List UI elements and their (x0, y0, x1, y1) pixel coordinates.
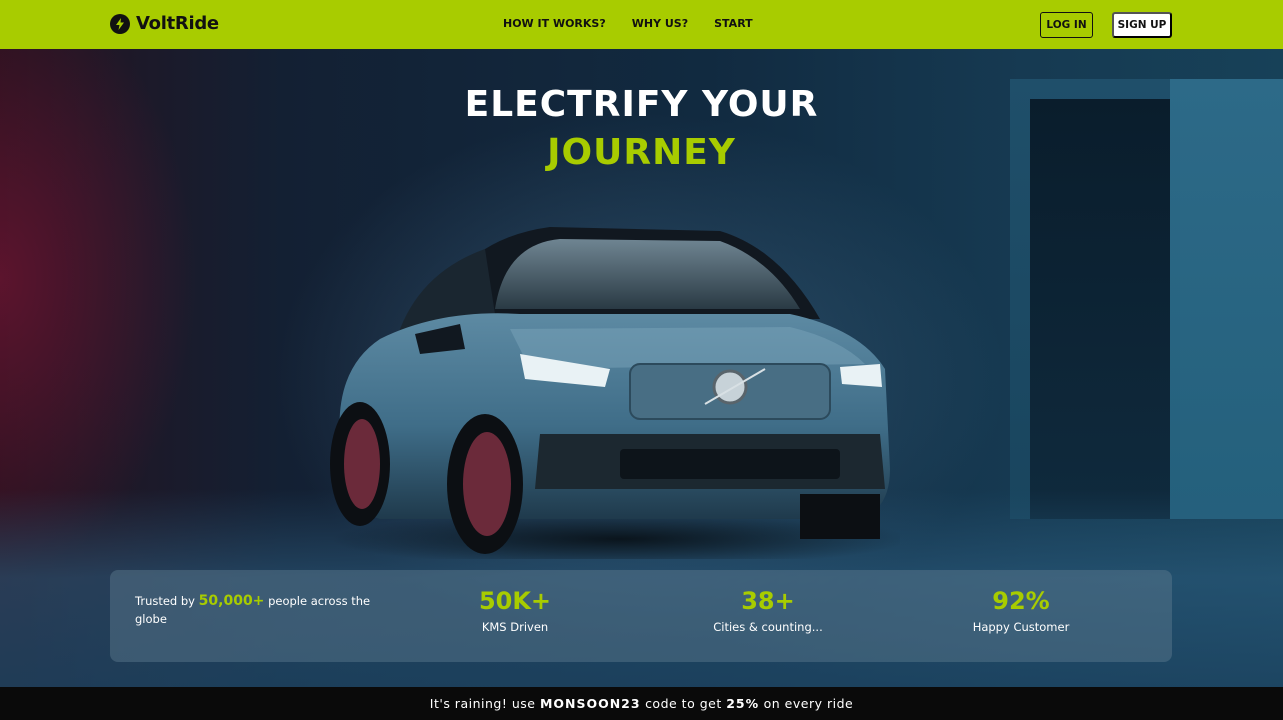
promo-prefix: It's raining! use (429, 696, 536, 711)
brand-name: VoltRide (136, 13, 219, 34)
stat-value: 38+ (741, 587, 795, 615)
trusted-text: Trusted by 50,000+ people across the glo… (135, 592, 385, 628)
hero-title-line1: ELECTRIFY YOUR (464, 84, 819, 125)
trusted-prefix: Trusted by (135, 594, 195, 608)
stat-label: Cities & counting... (713, 620, 823, 634)
hero-car-image (330, 227, 900, 559)
promo-middle: code to get (645, 696, 722, 711)
stat-label: KMS Driven (481, 620, 549, 634)
nav-link-why-us[interactable]: WHY US? (632, 17, 688, 30)
hero-title: ELECTRIFY YOUR JOURNEY (0, 81, 1283, 177)
signup-button[interactable]: SIGN UP (1112, 12, 1172, 38)
main-nav: HOW IT WORKS? WHY US? START (503, 17, 753, 30)
stat-label: Happy Customer (972, 620, 1070, 634)
nav-link-how-it-works[interactable]: HOW IT WORKS? (503, 17, 606, 30)
stat-kms-driven: 50K+ KMS Driven (435, 586, 595, 634)
nav-link-start[interactable]: START (714, 17, 753, 30)
stat-value: 92% (992, 587, 1050, 615)
bolt-icon (110, 13, 130, 34)
stat-happy-customer: 92% Happy Customer (941, 586, 1101, 634)
promo-code: MONSOON23 (539, 696, 641, 711)
stats-panel: Trusted by 50,000+ people across the glo… (110, 570, 1172, 662)
login-button[interactable]: LOG IN (1040, 12, 1093, 38)
top-navbar: VoltRide HOW IT WORKS? WHY US? START LOG… (0, 0, 1283, 49)
promo-bar: It's raining! use MONSOON23 code to get … (0, 687, 1283, 720)
promo-suffix: on every ride (763, 696, 854, 711)
hero-title-line2: JOURNEY (547, 132, 736, 173)
trusted-count: 50,000+ (198, 593, 265, 609)
stat-value: 50K+ (478, 587, 552, 615)
promo-discount: 25% (726, 696, 760, 711)
stat-cities: 38+ Cities & counting... (688, 586, 848, 634)
hero-section: ELECTRIFY YOUR JOURNEY Trusted by 50,000… (0, 49, 1283, 687)
brand-logo[interactable]: VoltRide (110, 13, 219, 34)
